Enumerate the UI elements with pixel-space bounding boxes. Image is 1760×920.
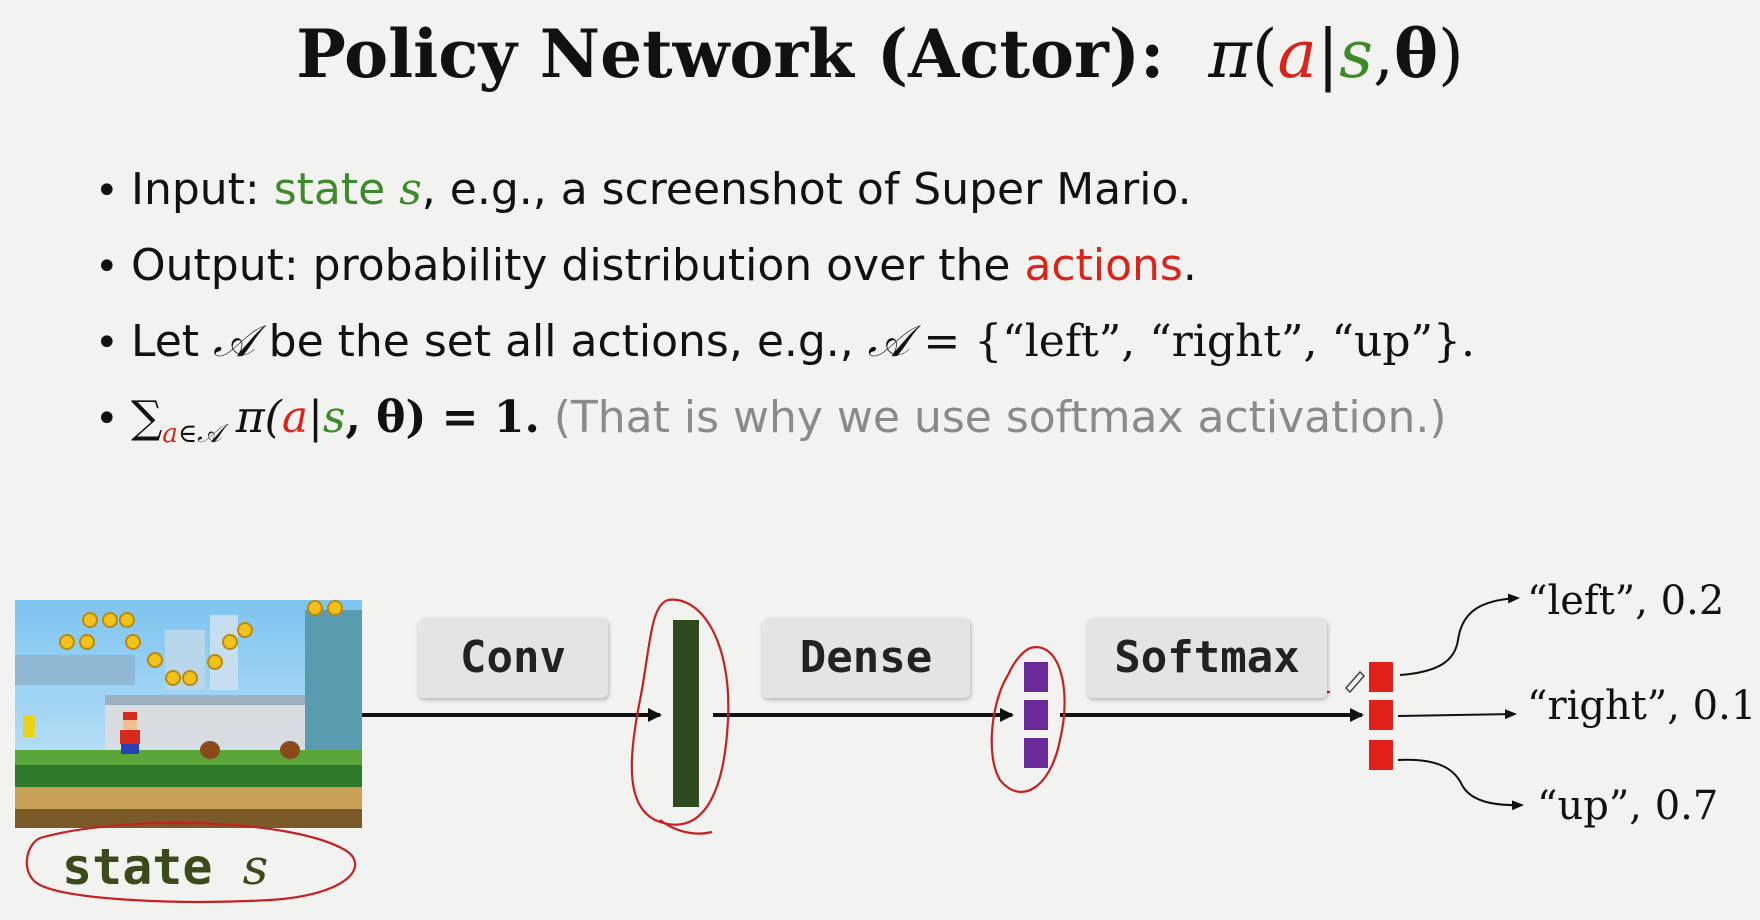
dense-unit-3 xyxy=(1024,738,1048,768)
dense-unit-1 xyxy=(1024,662,1048,692)
output-up: “up”, 0.7 xyxy=(1537,783,1719,829)
softmax-unit-left xyxy=(1369,662,1393,692)
arrow-left-output xyxy=(1399,593,1520,676)
state-label: state s xyxy=(62,838,268,896)
conv-layer-label: Conv xyxy=(418,618,608,698)
dense-layer-label: Dense xyxy=(762,618,970,698)
network-diagram xyxy=(25,593,1524,903)
pencil-cursor-icon xyxy=(1344,670,1366,694)
arrow-up-output xyxy=(1397,758,1524,811)
state-word: state xyxy=(62,838,213,896)
output-left: “left”, 0.2 xyxy=(1527,578,1725,624)
softmax-unit-right xyxy=(1369,700,1393,730)
dense-unit-2 xyxy=(1024,700,1048,730)
softmax-layer-label: Softmax xyxy=(1087,618,1327,698)
softmax-unit-up xyxy=(1369,740,1393,770)
state-symbol-label: s xyxy=(242,838,269,896)
conv-feature-vector xyxy=(673,620,699,807)
output-right: “right”, 0.1 xyxy=(1527,683,1757,729)
arrow-right-output xyxy=(1397,709,1517,720)
